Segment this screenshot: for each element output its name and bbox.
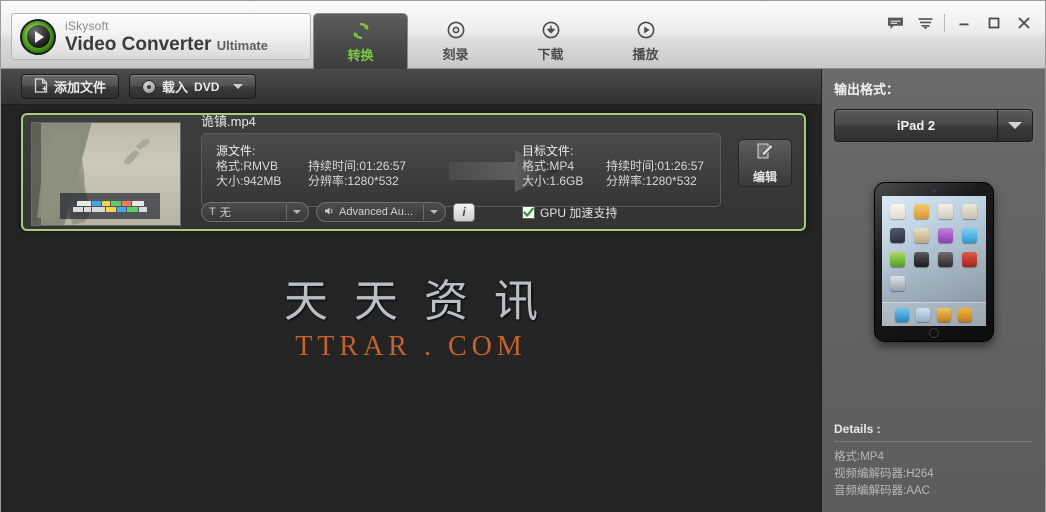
info-icon[interactable]: i (453, 202, 475, 222)
main-content: 天天资讯 TTRAR . COM 诡镇.mp4 源文件: 格式:RMVB 大小:… (1, 105, 821, 512)
tab-burn[interactable]: 刻录 (408, 13, 503, 69)
target-file-secondary: 持续时间:01:26:57 分辨率:1280*532 (606, 159, 704, 189)
target-file-primary: 目标文件: 格式:MP4 大小:1.6GB (522, 144, 583, 189)
title-bar: iSkysoft Video Converter Ultimate 转换 刻录 … (1, 1, 1045, 70)
detail-format: 格式:MP4 (834, 451, 884, 463)
pencil-icon (755, 141, 775, 166)
gpu-label: GPU 加速支持 (540, 205, 618, 220)
watermark-en: TTRAR . COM (295, 331, 527, 362)
target-size: 大小:1.6GB (522, 174, 584, 188)
target-format: 格式:MP4 (522, 159, 575, 173)
tab-convert[interactable]: 转换 (313, 13, 408, 70)
close-button[interactable] (1009, 11, 1039, 35)
feedback-icon[interactable] (880, 11, 910, 35)
ipad-screen (881, 196, 986, 326)
target-duration: 持续时间:01:26:57 (606, 159, 705, 173)
source-size: 大小:942MB (216, 174, 282, 188)
file-row-options: T 无 Advanced Au... i GPU 加速支持 (201, 201, 796, 223)
application-window: iSkysoft Video Converter Ultimate 转换 刻录 … (0, 0, 1046, 512)
add-file-button[interactable]: 添加文件 (21, 74, 120, 99)
load-dvd-label: 载入 (162, 80, 189, 95)
source-file-secondary: 持续时间:01:26:57 分辨率:1280*532 (308, 159, 406, 189)
chevron-down-icon (1008, 122, 1022, 129)
subtitle-select[interactable]: T 无 (201, 202, 309, 222)
file-list-row[interactable]: 诡镇.mp4 源文件: 格式:RMVB 大小:942MB 持续时间:01:26:… (21, 113, 806, 231)
source-resolution: 分辨率:1280*532 (308, 174, 399, 188)
convert-icon (351, 20, 371, 42)
edit-button[interactable]: 编辑 (738, 139, 792, 187)
tab-burn-label: 刻录 (442, 47, 469, 62)
tab-play[interactable]: 播放 (598, 13, 693, 69)
details-divider (834, 441, 1033, 442)
ipad-home-button (928, 328, 939, 338)
watermark-cn: 天天资讯 (284, 276, 564, 327)
detail-audio-codec: 音频编解码器:AAC (834, 485, 930, 497)
output-format-selector: iPad 2 (834, 109, 1033, 142)
output-format-title: 输出格式： (834, 82, 900, 97)
source-file-primary: 源文件: 格式:RMVB 大小:942MB (216, 144, 281, 189)
app-logo-plate: iSkysoft Video Converter Ultimate (11, 13, 311, 60)
play-icon (637, 19, 655, 41)
edit-button-label: 编辑 (752, 170, 777, 184)
iskysoft-logo-icon (20, 18, 56, 55)
burn-icon (447, 19, 465, 41)
target-resolution: 分辨率:1280*532 (606, 174, 697, 188)
source-duration: 持续时间:01:26:57 (308, 159, 407, 173)
tab-convert-label: 转换 (347, 48, 374, 63)
add-file-icon (34, 77, 48, 96)
details-title: Details : (834, 422, 881, 436)
source-file-title: 源文件: (216, 144, 256, 158)
menu-icon[interactable] (910, 11, 940, 35)
maximize-button[interactable] (979, 11, 1009, 35)
ipad-device-image (873, 182, 994, 342)
chevron-down-icon[interactable] (233, 84, 244, 89)
audio-track-select[interactable]: Advanced Au... (316, 202, 446, 222)
tab-download-label: 下载 (537, 47, 564, 62)
product-name: Video Converter (65, 33, 212, 55)
minimize-button[interactable] (949, 11, 979, 35)
ipad-camera (931, 189, 936, 193)
detail-video-codec: 视频编解码器:H264 (834, 468, 934, 480)
load-dvd-button[interactable]: 载入 DVD (129, 74, 257, 99)
main-tabs: 转换 刻录 下载 播放 (313, 13, 693, 70)
video-thumbnail (31, 122, 181, 226)
download-icon (542, 19, 560, 41)
gpu-checkbox[interactable] (522, 205, 535, 219)
output-panel: 输出格式： iPad 2 Details: 格式:MP4 视频编解码器:H26… (821, 69, 1045, 512)
window-controls (880, 11, 1039, 35)
file-toolbar: 添加文件 载入 DVD (1, 69, 821, 105)
file-info-box: 源文件: 格式:RMVB 大小:942MB 持续时间:01:26:57 分辨率:… (201, 133, 721, 207)
target-file-title: 目标文件: (522, 144, 574, 158)
site-watermark: 天天资讯 TTRAR . COM (1, 265, 821, 363)
format-details: Details : 格式:MP4 视频编解码器:H264 音频编解码器:AAC (834, 422, 1033, 500)
tab-play-label: 播放 (632, 47, 659, 62)
load-dvd-suffix: DVD (194, 79, 220, 94)
output-format-value[interactable]: iPad 2 (834, 109, 997, 142)
source-format: 格式:RMVB (216, 159, 279, 173)
speaker-icon (324, 206, 335, 219)
subtitle-icon: T (209, 206, 216, 218)
tab-download[interactable]: 下载 (503, 13, 598, 69)
output-format-dropdown-button[interactable] (997, 109, 1033, 142)
add-file-label: 添加文件 (54, 80, 107, 95)
file-name: 诡镇.mp4 (201, 114, 256, 129)
gpu-acceleration-toggle[interactable]: GPU 加速支持 (522, 204, 617, 221)
ipad-dock (881, 302, 986, 326)
device-preview (834, 182, 1033, 342)
brand-name: iSkysoft (65, 18, 109, 33)
audio-track-value: Advanced Au... (339, 206, 413, 218)
subtitle-select-value: 无 (219, 207, 231, 219)
product-edition: Ultimate (216, 37, 268, 53)
window-controls-divider (944, 14, 945, 32)
thumbnail-subtitle-overlay (60, 193, 160, 219)
dvd-disc-icon (142, 79, 157, 94)
